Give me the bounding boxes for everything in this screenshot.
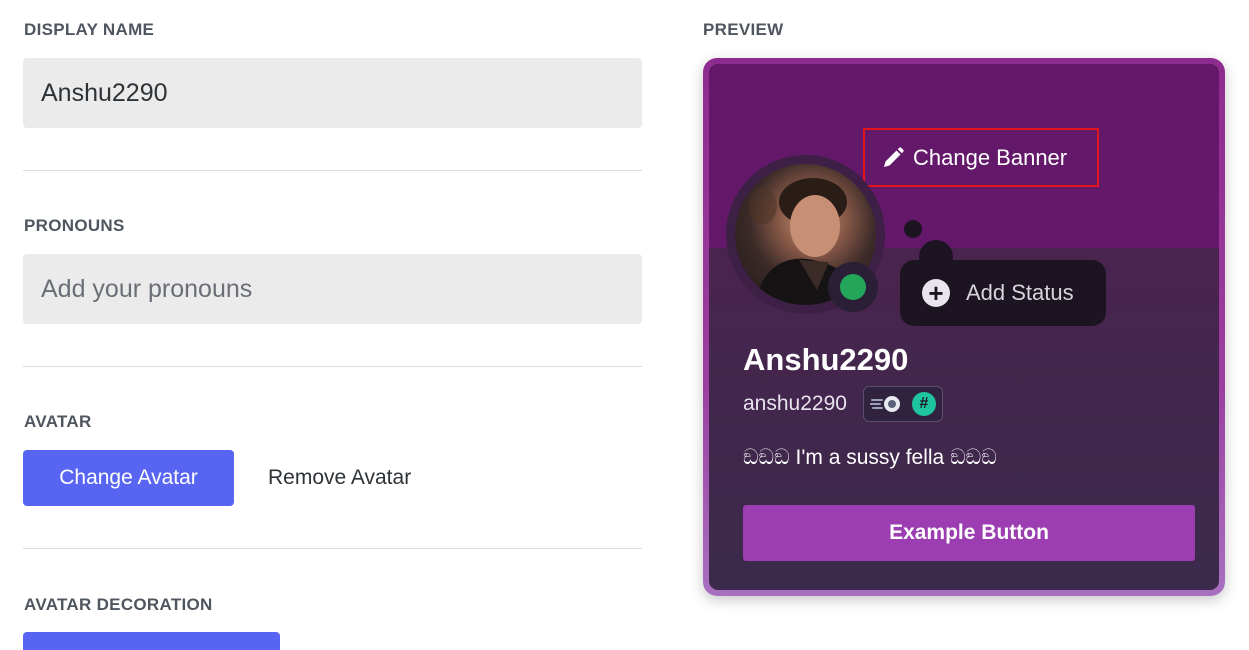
change-banner-button[interactable]: Change Banner xyxy=(863,128,1099,187)
display-name-input[interactable]: Anshu2290 xyxy=(23,58,642,128)
add-status-button[interactable]: + Add Status xyxy=(900,260,1106,326)
preview-display-name: Anshu2290 xyxy=(743,342,909,377)
preview-label: PREVIEW xyxy=(703,20,784,39)
divider xyxy=(23,548,642,549)
pronouns-input[interactable]: Add your pronouns xyxy=(23,254,642,324)
remove-avatar-button[interactable]: Remove Avatar xyxy=(268,450,411,506)
pencil-icon xyxy=(884,146,904,167)
add-status-label: Add Status xyxy=(966,280,1074,305)
avatar-label: AVATAR xyxy=(24,412,92,431)
profile-settings-page: DISPLAY NAME Anshu2290 PRONOUNS Add your… xyxy=(0,0,1249,650)
profile-preview-body: Change Banner + Add Status Anshu2290 ans… xyxy=(709,64,1219,590)
change-banner-label: Change Banner xyxy=(913,144,1068,170)
hashtag-badge-icon[interactable]: # xyxy=(911,392,936,416)
pronouns-label: PRONOUNS xyxy=(24,216,125,235)
online-status-icon xyxy=(840,274,866,300)
thought-bubble-dot xyxy=(904,220,922,238)
example-button[interactable]: Example Button xyxy=(743,505,1195,561)
profile-preview-card: Change Banner + Add Status Anshu2290 ans… xyxy=(703,58,1225,596)
divider xyxy=(23,170,642,171)
divider xyxy=(23,366,642,367)
preview-username: anshu2290 xyxy=(743,392,847,415)
avatar-decoration-label: AVATAR DECORATION xyxy=(24,595,213,614)
change-decoration-button[interactable] xyxy=(23,632,280,650)
display-name-label: DISPLAY NAME xyxy=(24,20,155,39)
preview-bio: ඞඞඞ I'm a sussy fella ඞඞඞ xyxy=(743,446,997,469)
nitro-badge-icon[interactable] xyxy=(868,394,904,414)
username-row: anshu2290 # xyxy=(743,385,943,423)
plus-circle-icon: + xyxy=(922,279,950,307)
change-avatar-button[interactable]: Change Avatar xyxy=(23,450,234,506)
badge-list: # xyxy=(862,386,943,422)
